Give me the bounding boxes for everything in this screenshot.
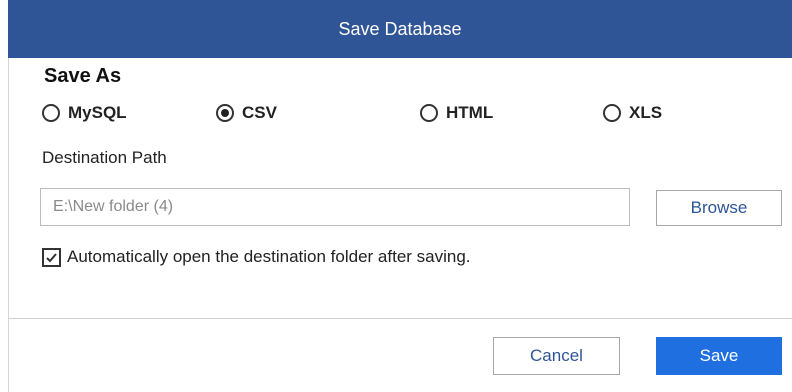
destination-path-label: Destination Path — [42, 148, 167, 167]
cancel-button[interactable]: Cancel — [493, 337, 620, 375]
save-button[interactable]: Save — [656, 337, 782, 375]
destination-path-input[interactable] — [40, 188, 630, 226]
radio-html-icon — [420, 104, 438, 122]
radio-option-html[interactable]: HTML — [420, 101, 493, 125]
radio-xls-label: XLS — [629, 103, 663, 122]
radio-csv-icon — [216, 104, 234, 122]
dialog-left-border — [8, 58, 9, 392]
radio-mysql-icon — [42, 104, 60, 122]
radio-html-label: HTML — [446, 103, 494, 122]
radio-option-csv[interactable]: CSV — [216, 101, 277, 125]
dialog-title-bar: Save Database — [8, 0, 792, 58]
radio-xls-icon — [603, 104, 621, 122]
auto-open-checkbox[interactable] — [42, 247, 61, 267]
footer-divider — [8, 318, 792, 319]
radio-option-mysql[interactable]: MySQL — [42, 101, 127, 125]
radio-option-xls[interactable]: XLS — [603, 101, 662, 125]
radio-mysql-label: MySQL — [68, 103, 127, 122]
auto-open-label: Automatically open the destination folde… — [67, 247, 471, 266]
save-database-dialog: Save Database Save As MySQL CSV HTML XLS… — [0, 0, 792, 392]
save-as-label: Save As — [44, 65, 122, 87]
checkmark-icon — [46, 252, 57, 262]
radio-csv-label: CSV — [242, 103, 277, 122]
auto-open-checkbox-row[interactable]: Automatically open the destination folde… — [42, 245, 471, 269]
dialog-title: Save Database — [338, 18, 462, 39]
browse-button[interactable]: Browse — [656, 190, 782, 226]
